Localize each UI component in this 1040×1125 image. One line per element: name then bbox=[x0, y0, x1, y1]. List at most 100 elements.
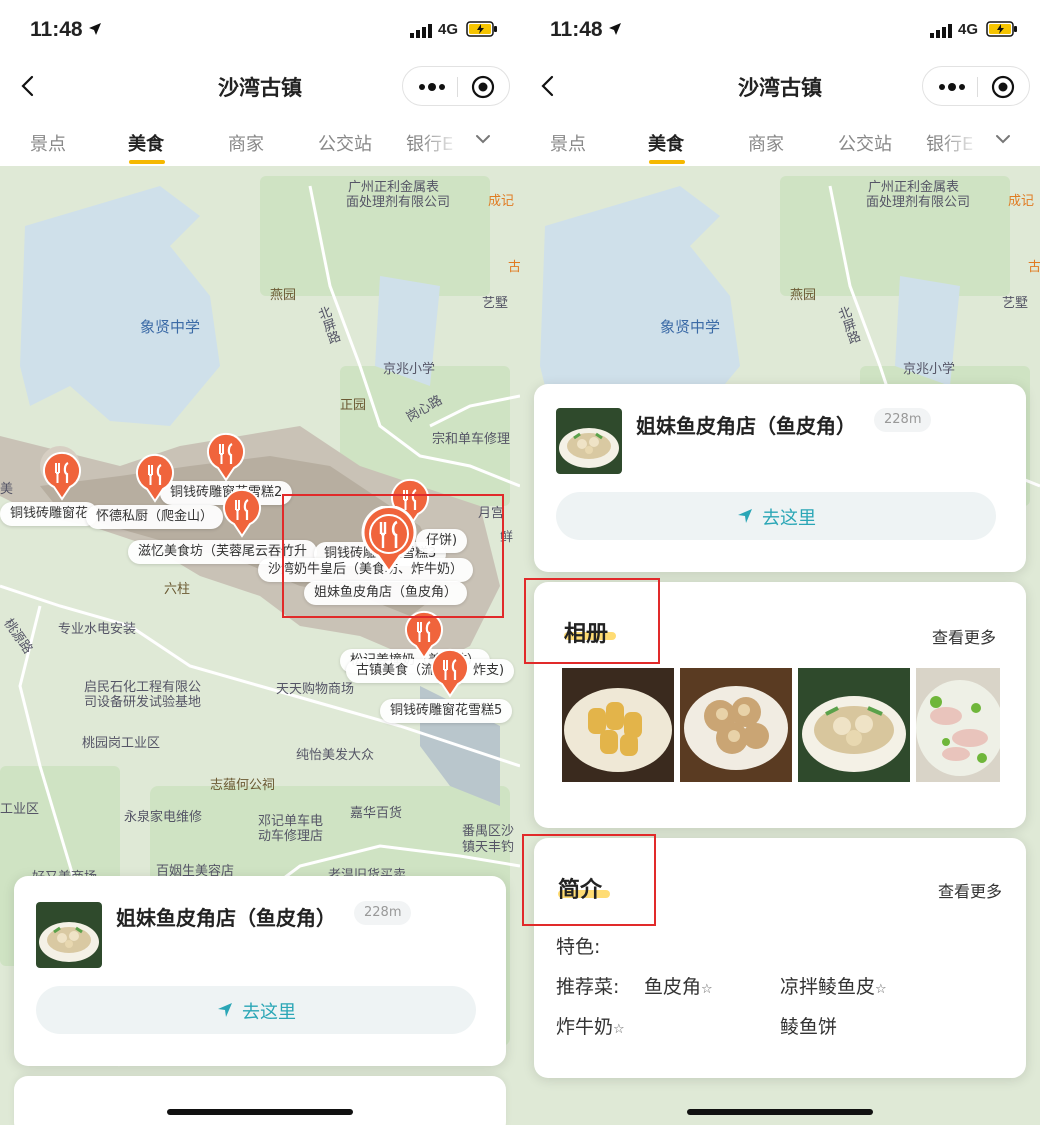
shop-thumbnail bbox=[36, 902, 102, 968]
tab-jingdian[interactable]: 景点 bbox=[30, 130, 66, 156]
status-bar: 11:48 4G bbox=[0, 0, 520, 60]
left-screen: 11:48 4G 沙湾古镇 景点 美食 商家 公交站 银行Ε bbox=[0, 0, 520, 1125]
album-photo-4[interactable] bbox=[916, 668, 1000, 782]
status-time: 11:48 bbox=[550, 18, 603, 41]
map-label-chunyi: 纯怡美发大众 bbox=[296, 748, 375, 763]
map-label-jingzhao: 京兆小学 bbox=[903, 362, 956, 377]
capsule-divider bbox=[977, 77, 978, 97]
shop-card: 姐妹鱼皮角店（鱼皮角） 228m 去这里 bbox=[534, 384, 1026, 572]
map-label-yongquan: 永泉家电维修 bbox=[124, 810, 203, 825]
shop-name: 姐妹鱼皮角店（鱼皮角） bbox=[116, 906, 336, 930]
tab-fade bbox=[420, 124, 460, 158]
chevron-down-icon[interactable] bbox=[994, 132, 1012, 146]
map-label-zhiyun: 志蕴何公祠 bbox=[210, 778, 276, 793]
food-pin[interactable] bbox=[206, 432, 246, 482]
dish-name: 鲮鱼饼 bbox=[780, 1016, 838, 1038]
nav-bar: 沙湾古镇 bbox=[520, 60, 1040, 114]
recommend-label: 推荐菜: bbox=[556, 976, 620, 998]
map-label-fanyu-2: 镇天丰钓 bbox=[462, 840, 515, 855]
chevron-down-icon[interactable] bbox=[474, 132, 492, 146]
highlight-box-album bbox=[524, 578, 660, 664]
tab-jingdian[interactable]: 景点 bbox=[550, 130, 586, 156]
highlight-box-intro bbox=[522, 834, 656, 926]
map-label-liuzhuan: 六柱 bbox=[164, 582, 191, 597]
active-tab-underline bbox=[129, 160, 165, 164]
dish-name: 鱼皮角 bbox=[644, 976, 702, 998]
food-pin[interactable] bbox=[430, 648, 470, 698]
food-pin[interactable] bbox=[135, 453, 175, 503]
tab-shangjia[interactable]: 商家 bbox=[748, 130, 784, 156]
map-label-yiwan: 艺墅 bbox=[1002, 296, 1029, 311]
page-title: 沙湾古镇 bbox=[738, 76, 822, 100]
dish-name: 凉拌鲮鱼皮 bbox=[780, 976, 876, 998]
map-label-shuidian: 专业水电安装 bbox=[58, 622, 137, 637]
location-arrow-icon bbox=[609, 23, 621, 35]
tab-gongjiaozhan[interactable]: 公交站 bbox=[318, 130, 372, 156]
signal-icon bbox=[930, 24, 952, 38]
poi-chip-tongqian-left[interactable]: 铜钱砖雕窗花 bbox=[0, 502, 99, 526]
dish-item: 凉拌鲮鱼皮☆ bbox=[780, 972, 887, 999]
signal-icon bbox=[410, 24, 432, 38]
album-photo-2[interactable] bbox=[680, 668, 792, 782]
intro-more-link[interactable]: 查看更多 bbox=[938, 878, 1002, 902]
capsule-divider bbox=[457, 77, 458, 97]
food-pin[interactable] bbox=[222, 488, 262, 538]
highlight-box-selected-pin bbox=[282, 494, 504, 618]
dish-item: 鲮鱼饼 bbox=[780, 1012, 837, 1039]
map-label-mei: 美 bbox=[0, 482, 14, 497]
navigate-arrow-icon bbox=[218, 1003, 232, 1017]
food-pin[interactable] bbox=[42, 451, 82, 501]
distance-badge: 228m bbox=[354, 901, 412, 925]
album-more-link[interactable]: 查看更多 bbox=[932, 624, 996, 648]
map-label-jingzhao: 京兆小学 bbox=[383, 362, 436, 377]
nav-bar: 沙湾古镇 bbox=[0, 60, 520, 114]
map-label-dengji-2: 动车修理店 bbox=[258, 829, 324, 844]
tab-meishi[interactable]: 美食 bbox=[128, 130, 164, 156]
poi-chip-tongqian-5[interactable]: 铜钱砖雕窗花雪糕5 bbox=[380, 699, 513, 723]
star-icon: ☆ bbox=[701, 982, 713, 997]
map-label-qiyuan-2: 司设备研发试验基地 bbox=[84, 695, 202, 710]
battery-icon bbox=[986, 21, 1017, 37]
map-label-yanyuan: 燕园 bbox=[270, 288, 297, 303]
more-icon[interactable] bbox=[417, 77, 447, 97]
shop-name: 姐妹鱼皮角店（鱼皮角） bbox=[636, 414, 856, 438]
go-here-button[interactable]: 去这里 bbox=[36, 986, 476, 1034]
star-icon: ☆ bbox=[613, 1022, 625, 1037]
more-icon[interactable] bbox=[937, 77, 967, 97]
map-label-yixian: 象贤中学 bbox=[140, 318, 201, 336]
back-icon[interactable] bbox=[16, 74, 40, 98]
feature-label: 特色: bbox=[556, 936, 601, 958]
battery-icon bbox=[466, 21, 497, 37]
dish-item: 炸牛奶☆ bbox=[556, 1012, 625, 1039]
mini-program-capsule bbox=[402, 66, 510, 106]
back-icon[interactable] bbox=[536, 74, 560, 98]
go-here-button[interactable]: 去这里 bbox=[556, 492, 996, 540]
tab-shangjia[interactable]: 商家 bbox=[228, 130, 264, 156]
status-time: 11:48 bbox=[30, 18, 83, 41]
map-label-zhengli-2: 面处理剂有限公司 bbox=[866, 195, 971, 210]
tab-gongjiaozhan[interactable]: 公交站 bbox=[838, 130, 892, 156]
tab-fade bbox=[940, 124, 980, 158]
album-photo-1[interactable] bbox=[562, 668, 674, 782]
go-here-label: 去这里 bbox=[242, 1002, 296, 1023]
map-label-gu: 古 bbox=[508, 260, 520, 275]
close-target-icon[interactable] bbox=[471, 75, 495, 99]
star-icon: ☆ bbox=[875, 982, 887, 997]
active-tab-underline bbox=[649, 160, 685, 164]
distance-badge: 228m bbox=[874, 408, 932, 432]
map-label-jiahua: 嘉华百货 bbox=[350, 806, 403, 821]
poi-chip-huaide[interactable]: 怀德私厨（爬金山） bbox=[86, 505, 224, 529]
network-type: 4G bbox=[958, 21, 979, 38]
map-label-yanyuan: 燕园 bbox=[790, 288, 817, 303]
network-type: 4G bbox=[438, 21, 459, 38]
album-photo-3[interactable] bbox=[798, 668, 910, 782]
go-here-label: 去这里 bbox=[762, 508, 816, 529]
map-label-gu: 古 bbox=[1028, 260, 1040, 275]
category-tabs: 景点 美食 商家 公交站 银行Ε bbox=[0, 114, 520, 166]
category-tabs: 景点 美食 商家 公交站 银行Ε bbox=[520, 114, 1040, 166]
tab-meishi[interactable]: 美食 bbox=[648, 130, 684, 156]
map-label-chengji: 成记 bbox=[488, 194, 515, 209]
dish-item: 鱼皮角☆ bbox=[644, 972, 713, 999]
right-screen: 11:48 4G 沙湾古镇 景点 美食 商家 公交站 银行Ε bbox=[520, 0, 1040, 1125]
close-target-icon[interactable] bbox=[991, 75, 1015, 99]
